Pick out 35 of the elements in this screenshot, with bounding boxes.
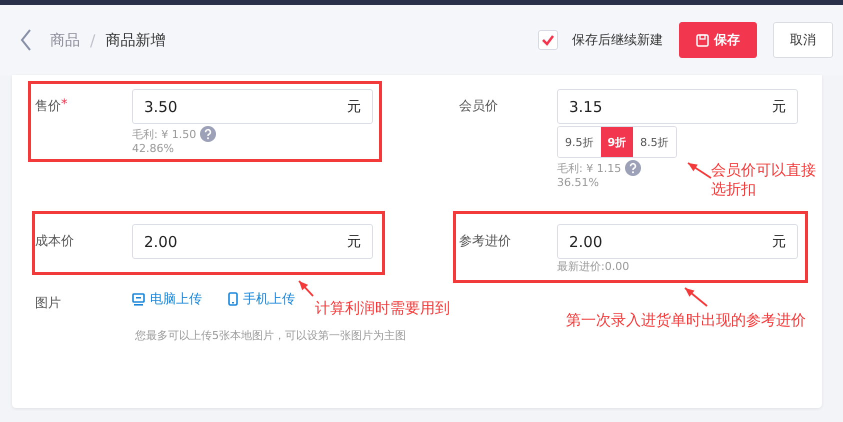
help-icon (200, 126, 216, 142)
annotation-text: 会员价可以直接 选折扣 (711, 161, 816, 199)
profit-rate: 36.51% (557, 176, 599, 189)
save-icon (696, 34, 709, 46)
monitor-icon (132, 292, 145, 306)
breadcrumb-item: 商品新增 (105, 30, 166, 50)
phone-icon (228, 292, 238, 306)
field-label: 会员价 (459, 98, 498, 115)
save-button[interactable]: 保存 (679, 22, 757, 58)
back-button[interactable] (20, 28, 32, 52)
help-icon (625, 160, 642, 176)
profit-text: 毛利: ¥ 1.15 (557, 160, 622, 176)
latest-price-note: 最新进价:0.00 (557, 259, 630, 274)
field-label: 售价 (35, 98, 61, 115)
checkbox-label: 保存后继续新建 (572, 32, 663, 49)
upload-link[interactable]: 电脑上传 (132, 290, 202, 308)
cancel-button[interactable]: 取消 (773, 22, 833, 58)
profit-rate: 42.86% (132, 142, 174, 155)
breadcrumb-separator: / (90, 30, 96, 50)
upload-link[interactable]: 手机上传 (228, 290, 295, 308)
field-label: 成本价 (35, 233, 74, 250)
price-input[interactable]: 3.15 元 (557, 89, 798, 124)
field-label: 图片 (35, 295, 61, 312)
field-label: 参考进价 (459, 233, 511, 250)
required-mark: * (61, 97, 68, 112)
annotation-text: 第一次录入进货单时出现的参考进价 (566, 311, 806, 330)
price-input[interactable]: 2.00 元 (132, 224, 373, 259)
check-icon (541, 34, 555, 46)
profit-text: 毛利: ¥ 1.50 (132, 126, 196, 142)
discount-option[interactable]: 9折 (600, 127, 634, 157)
upload-hint: 您最多可以上传5张本地图片，可以设第一张图片为主图 (134, 328, 407, 343)
price-input[interactable]: 2.00 元 (557, 224, 798, 259)
price-input[interactable]: 3.50 元 (132, 89, 373, 124)
annotation-text: 计算利润时需要用到 (315, 299, 450, 318)
checkbox[interactable] (538, 30, 558, 50)
